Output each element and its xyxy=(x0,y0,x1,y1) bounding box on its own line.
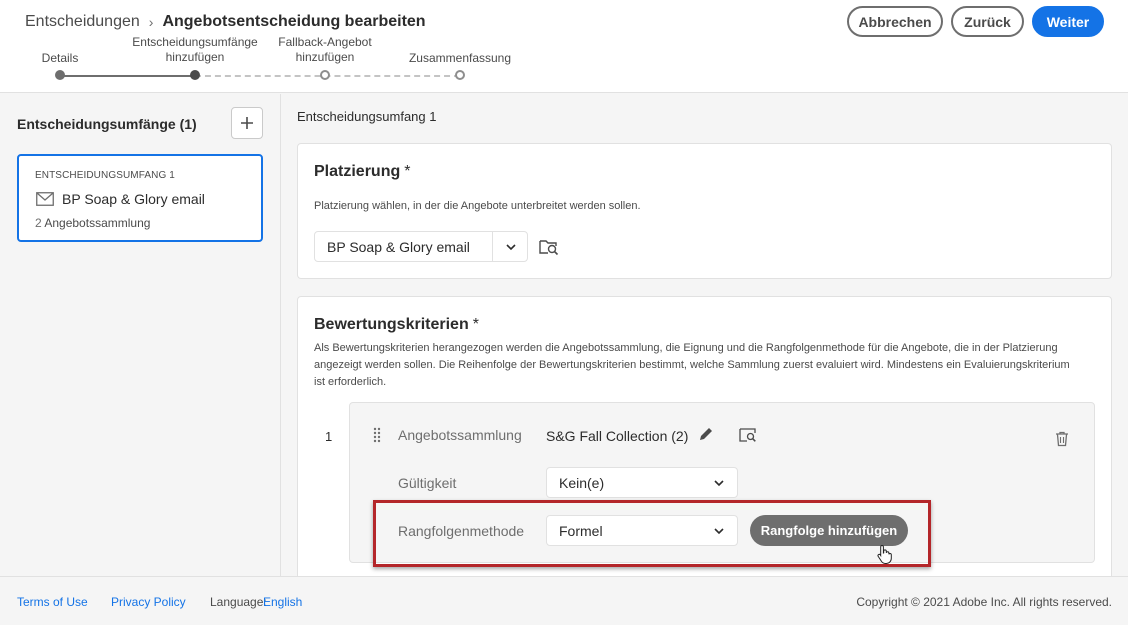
eligibility-picker-value: Kein(e) xyxy=(559,475,605,491)
collection-label: Angebotssammlung xyxy=(398,427,522,443)
required-marker: * xyxy=(404,163,411,180)
highlight-box xyxy=(373,500,931,567)
step-details-label: Details xyxy=(41,51,79,65)
back-button[interactable]: Zurück xyxy=(951,6,1024,37)
step-summary-label: Zusammenfassung xyxy=(408,51,512,65)
criteria-description: Als Bewertungskriterien herangezogen wer… xyxy=(314,342,1070,388)
step-details-dot[interactable] xyxy=(55,70,65,80)
chevron-right-icon: › xyxy=(148,14,154,30)
terms-link[interactable]: Terms of Use xyxy=(17,595,88,609)
required-marker: * xyxy=(472,316,479,333)
step-fallback-dot[interactable] xyxy=(320,70,330,80)
folder-search-icon[interactable] xyxy=(539,238,559,256)
placement-picker[interactable]: BP Soap & Glory email xyxy=(314,231,528,262)
search-icon[interactable] xyxy=(739,427,757,443)
language-selector[interactable]: English xyxy=(263,595,302,609)
scope-card-name: BP Soap & Glory email xyxy=(62,191,205,207)
placement-picker-value: BP Soap & Glory email xyxy=(327,239,470,255)
criteria-index: 1 xyxy=(325,429,333,444)
copyright-text: Copyright © 2021 Adobe Inc. All rights r… xyxy=(856,595,1112,609)
add-scope-button[interactable] xyxy=(231,107,263,139)
collection-value: S&G Fall Collection (2) xyxy=(546,428,689,444)
step-fallback-label: Fallback-Angebot hinzufügen xyxy=(278,35,372,64)
step-scopes-label: Entscheidungsumfänge hinzufügen xyxy=(132,35,258,64)
step-summary-dot[interactable] xyxy=(455,70,465,80)
chevron-down-icon xyxy=(506,244,516,251)
next-button[interactable]: Weiter xyxy=(1032,6,1104,37)
placement-title: Platzierung * xyxy=(314,163,411,180)
delete-icon[interactable] xyxy=(1055,431,1069,447)
language-label: Language: xyxy=(210,595,267,609)
edit-icon[interactable] xyxy=(698,426,714,442)
cancel-button[interactable]: Abbrechen xyxy=(847,6,943,37)
stepper-track-done xyxy=(60,75,195,77)
chevron-down-icon xyxy=(714,480,724,487)
scope-heading: Entscheidungsumfang 1 xyxy=(297,109,437,124)
criteria-title: Bewertungskriterien * xyxy=(314,316,479,333)
page-header: Entscheidungen › Angebotsentscheidung be… xyxy=(0,0,1128,93)
scope-card[interactable]: ENTSCHEIDUNGSUMFANG 1 BP Soap & Glory em… xyxy=(17,154,263,242)
scope-card-collection-count: 2 Angebotssammlung xyxy=(35,216,151,230)
scopes-sidebar: Entscheidungsumfänge (1) ENTSCHEIDUNGSUM… xyxy=(0,94,281,576)
page-footer: Terms of Use Privacy Policy Language: En… xyxy=(0,576,1128,625)
breadcrumb-root-link[interactable]: Entscheidungen xyxy=(25,13,140,31)
hand-cursor-icon xyxy=(877,544,892,564)
placement-description: Platzierung wählen, in der die Angebote … xyxy=(314,200,641,212)
eligibility-picker[interactable]: Kein(e) xyxy=(546,467,738,498)
eligibility-label: Gültigkeit xyxy=(398,475,457,491)
privacy-link[interactable]: Privacy Policy xyxy=(111,595,186,609)
picker-divider xyxy=(492,232,493,261)
page-title: Angebotsentscheidung bearbeiten xyxy=(162,13,426,30)
breadcrumb: Entscheidungen › Angebotsentscheidung be… xyxy=(25,13,426,31)
scope-card-label: ENTSCHEIDUNGSUMFANG 1 xyxy=(35,170,175,181)
placement-card: Platzierung * Platzierung wählen, in der … xyxy=(297,143,1112,279)
plus-icon xyxy=(241,117,253,129)
drag-handle-icon[interactable] xyxy=(373,427,381,443)
email-icon xyxy=(36,192,54,206)
sidebar-title: Entscheidungsumfänge (1) xyxy=(17,116,197,132)
step-scopes-dot[interactable] xyxy=(190,70,200,80)
